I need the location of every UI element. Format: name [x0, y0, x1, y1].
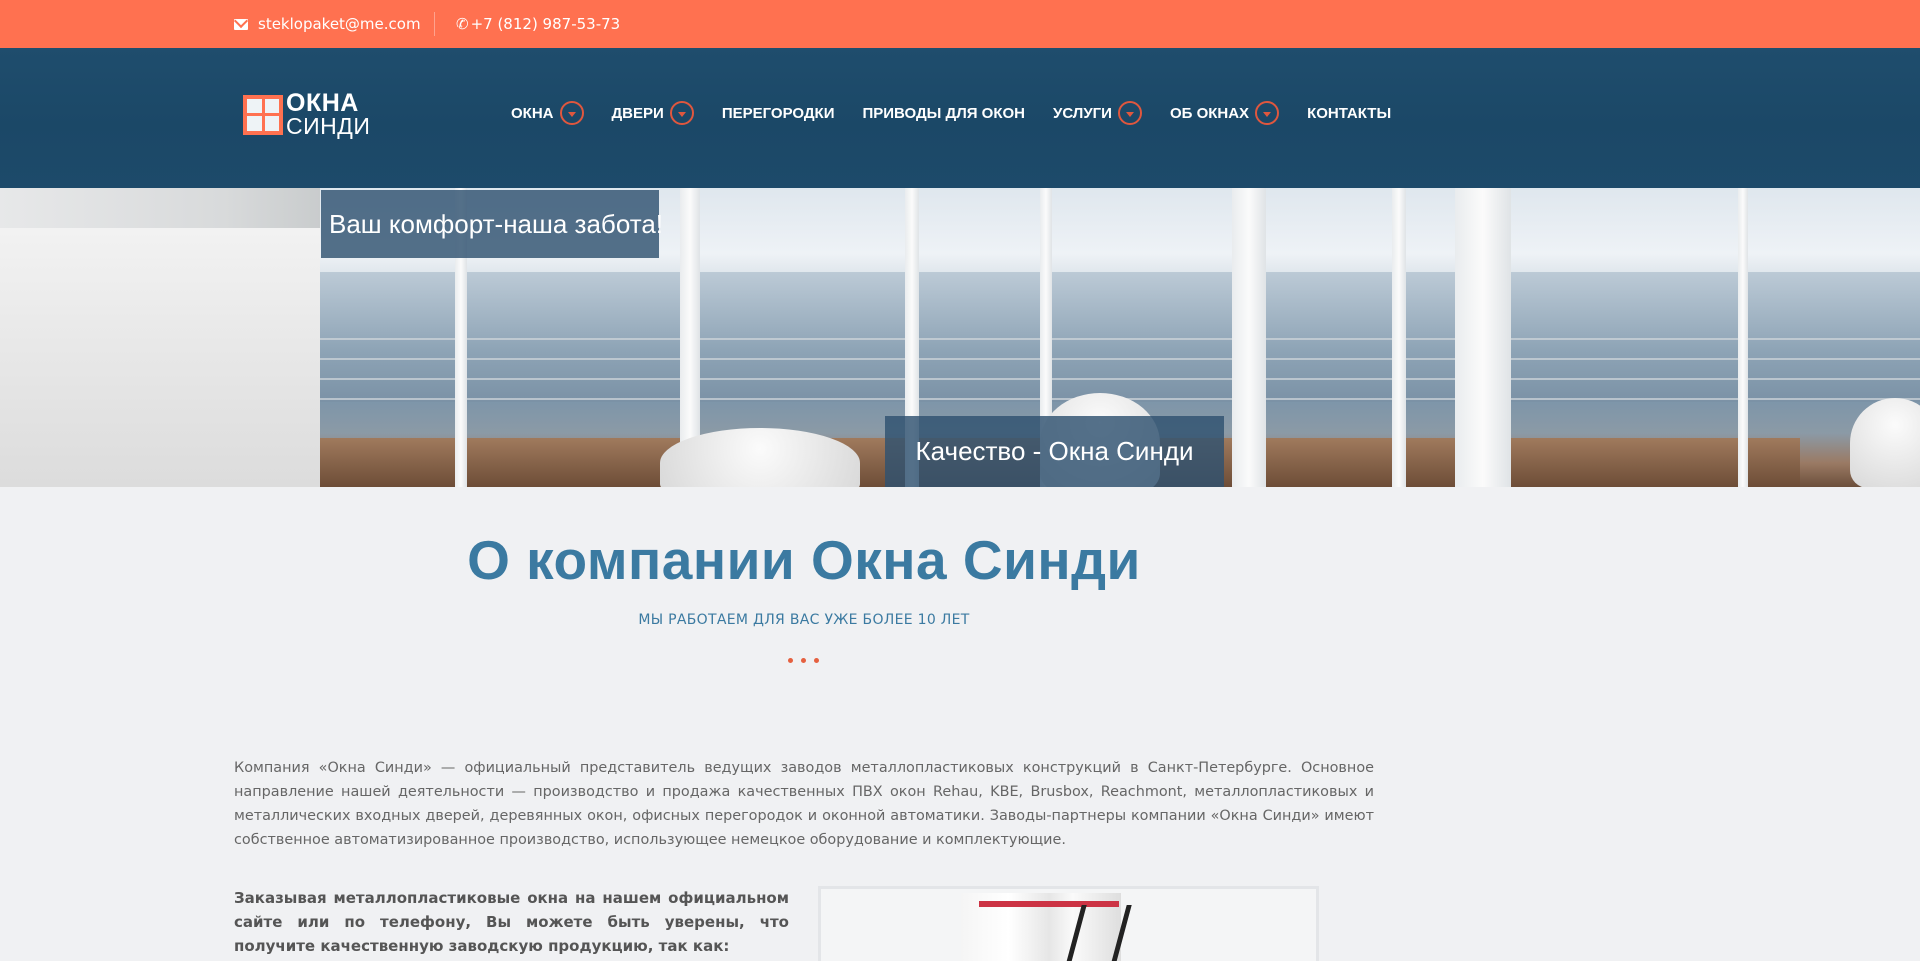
about-paragraph: Компания «Окна Синди» — официальный пред… — [234, 760, 1374, 848]
hero-caption-bottom: Качество - Окна Синди — [885, 416, 1224, 487]
window-frame — [1392, 188, 1406, 487]
logo-line-2: СИНДИ — [286, 112, 371, 139]
phone-contact[interactable]: ✆ +7 (812) 987-53-73 — [456, 0, 620, 48]
chevron-down-icon[interactable] — [1255, 101, 1280, 125]
pvc-profile-illustration — [961, 893, 1121, 961]
logo-text: ОКНА СИНДИ — [286, 91, 371, 139]
hero-sofa — [660, 428, 860, 487]
phone-icon: ✆ — [456, 15, 469, 33]
page-title: О компании Окна Синди — [467, 529, 1141, 591]
email-link[interactable]: steklopaket@me.com — [258, 15, 421, 33]
hero-caption-top: Ваш комфорт-наша забота! — [321, 190, 663, 258]
nav-label: ОБ ОКНАХ — [1169, 104, 1250, 122]
nav-label: ПЕРЕГОРОДКИ — [721, 104, 835, 122]
top-contact-bar: steklopaket@me.com ✆ +7 (812) 987-53-73 — [0, 0, 1920, 48]
about-paragraph-bold: Заказывая металлопластиковые окна на наш… — [234, 889, 789, 955]
envelope-icon — [234, 18, 248, 30]
hero-chair — [1850, 398, 1920, 487]
window-frame — [1455, 188, 1511, 487]
window-profile-image — [818, 886, 1319, 961]
hero-slider[interactable]: Ваш комфорт-наша забота! Качество - Окна… — [0, 188, 1920, 487]
chevron-down-icon[interactable] — [1117, 101, 1142, 125]
chevron-down-icon[interactable] — [669, 101, 694, 125]
nav-item-peregorodki[interactable]: ПЕРЕГОРОДКИ — [722, 105, 835, 122]
nav-item-ob-oknah[interactable]: ОБ ОКНАХ — [1169, 101, 1280, 125]
site-header: ОКНА СИНДИ ОКНА ДВЕРИ ПЕРЕГОРОДКИ ПРИВОД… — [0, 48, 1920, 188]
page-subtitle: МЫ РАБОТАЕМ ДЛЯ ВАС УЖЕ БОЛЕЕ 10 ЛЕТ — [638, 612, 970, 628]
nav-label: ДВЕРИ — [611, 104, 664, 122]
window-logo-icon — [243, 94, 283, 135]
window-frame — [1738, 188, 1748, 487]
nav-item-kontakty[interactable]: КОНТАКТЫ — [1307, 105, 1391, 122]
nav-item-okna[interactable]: ОКНА — [511, 101, 584, 125]
nav-item-uslugi[interactable]: УСЛУГИ — [1053, 101, 1142, 125]
divider — [434, 12, 435, 36]
main-nav: ОКНА ДВЕРИ ПЕРЕГОРОДКИ ПРИВОДЫ ДЛЯ ОКОН … — [511, 48, 1419, 178]
nav-item-privody[interactable]: ПРИВОДЫ ДЛЯ ОКОН — [862, 105, 1025, 122]
decorative-dots — [788, 658, 819, 663]
nav-label: ПРИВОДЫ ДЛЯ ОКОН — [862, 104, 1026, 122]
logo[interactable]: ОКНА СИНДИ — [243, 91, 371, 139]
nav-label: КОНТАКТЫ — [1307, 104, 1392, 122]
hero-fireplace-block — [0, 228, 320, 487]
nav-label: УСЛУГИ — [1053, 104, 1112, 122]
chevron-down-icon[interactable] — [559, 101, 584, 125]
email-contact[interactable]: steklopaket@me.com — [234, 0, 421, 48]
nav-label: ОКНА — [511, 104, 554, 122]
window-frame — [1232, 188, 1266, 487]
nav-item-dveri[interactable]: ДВЕРИ — [612, 101, 694, 125]
phone-link[interactable]: +7 (812) 987-53-73 — [471, 15, 621, 33]
